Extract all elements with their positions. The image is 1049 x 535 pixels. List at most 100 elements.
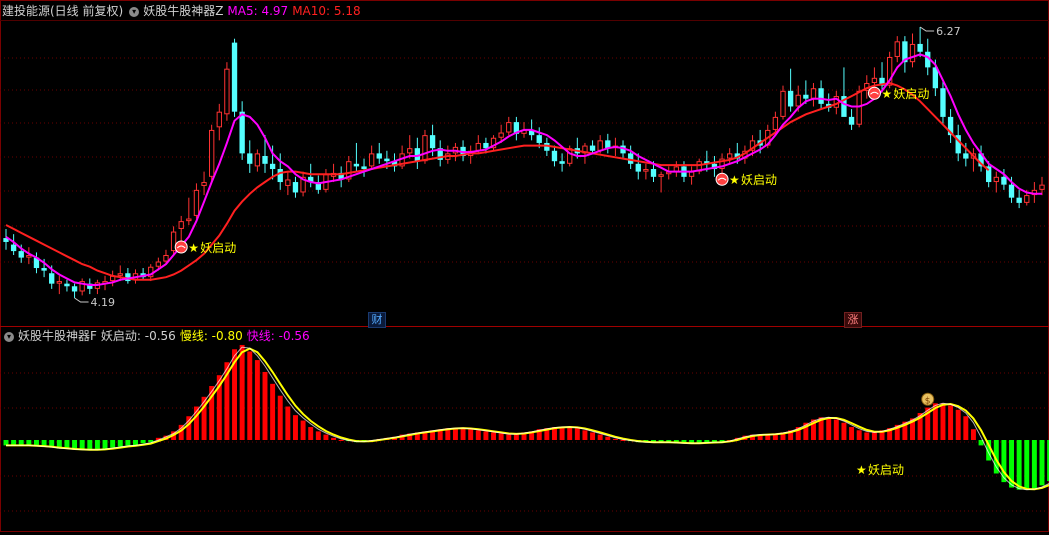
upper-indicator-name[interactable]: 妖股牛股神器Z [143,4,223,18]
dropdown-icon[interactable]: ▾ [4,331,14,342]
candle-body [178,221,184,229]
candle-body [589,145,596,151]
candle-body [285,179,291,186]
candle-body [506,122,512,133]
signal-star-icon: ★ [881,87,892,101]
histogram-bar [612,438,618,440]
money-bag-glyph: $ [925,396,931,406]
candle-body [1039,184,1045,190]
histogram-bar [460,428,466,440]
candle-body [117,273,123,276]
candle-body [856,90,862,125]
finance-marker[interactable]: 财 [368,312,386,328]
candle-body [384,158,390,162]
limit-up-marker[interactable]: 涨 [844,312,862,328]
candle-body [269,163,276,170]
candle-body [155,261,162,267]
histogram-bar [140,440,146,444]
candle-body [18,251,24,258]
candle-body [41,268,47,271]
histogram-bar [300,420,306,440]
signal-star-icon: ★ [729,173,740,187]
candle-body [64,283,70,287]
candle-body [848,116,855,125]
candle-body [292,182,299,193]
histogram-bar [102,440,108,449]
candle-body [643,169,649,172]
histogram-bar [285,406,291,440]
candle-body [475,142,481,151]
candle-body [56,281,62,284]
candle-body [993,176,999,183]
histogram-bar [826,417,832,440]
histogram-bar [582,430,588,440]
slow-line-value: 慢线: -0.80 [179,329,243,343]
histogram-bar [315,431,321,440]
histogram-bar [331,437,337,440]
candle-body [224,68,230,115]
signal-label: 妖启动 [741,173,777,187]
histogram-bar [871,432,877,440]
histogram-bar [590,432,596,440]
candle-body [917,43,923,52]
histogram-bar [1039,440,1045,486]
candle-body [201,182,207,186]
candle-body [125,273,131,282]
candle-body [71,286,78,292]
histogram-bar [1024,440,1030,490]
candle-body [247,153,253,164]
histogram-bar [948,405,954,440]
dropdown-icon[interactable]: ▾ [129,6,140,17]
histogram-bar [567,427,573,440]
histogram-bar [117,440,123,447]
candle-body [216,111,222,128]
signal-label: 妖启动 [200,241,236,255]
candle-body [422,135,428,162]
high-pointer [919,26,935,32]
candle-body [597,140,603,151]
candle-body [209,129,215,177]
candle-body [498,132,504,138]
candle-body [262,155,268,164]
candle-body [483,142,489,149]
histogram-bar [247,351,253,440]
candle-body [277,169,283,183]
candle-body [26,255,32,258]
chart-window: 6.27 4.19 ★ 妖启动 ★ 妖启动 ★ 妖启动 $ ★ 妖启动 建投能源(日线 前复权) ▾ 妖… [0,0,1049,532]
chart-canvas: 6.274.19★ 妖启动★ 妖启动★ 妖启动$★ 妖启动 [0,0,1049,532]
candle-body [163,255,169,262]
histogram-bar [970,429,976,440]
signal-ball-icon [174,240,188,254]
histogram-bar [833,419,839,440]
lower-signal-label: 妖启动 [868,463,904,477]
histogram-bar [239,344,245,440]
upper-header: 建投能源(日线 前复权) ▾ 妖股牛股神器Z MA5: 4.97 MA10: 5.18 [2,3,365,19]
signal-star-icon: ★ [856,463,867,477]
histogram-bar [597,434,603,440]
histogram-bar [254,360,260,440]
histogram-bar [292,415,298,440]
histogram-bar [468,429,474,440]
histogram-bar [338,440,344,441]
candle-body [818,88,824,104]
signal-ball-icon [867,86,881,100]
candle-body [193,189,200,216]
histogram-bar [94,440,100,450]
candle-body [940,88,946,117]
candle-body [407,148,413,154]
histogram-bar [940,403,946,440]
histogram-bar [270,383,276,440]
histogram-bar [1016,440,1022,490]
candle-body [727,153,733,159]
histogram-bar [841,422,847,440]
histogram-bar [87,440,93,450]
histogram-bar [864,432,870,440]
histogram-bar [963,416,969,440]
candle-body [231,42,238,112]
candle-body [559,161,565,164]
histogram-bar [125,440,131,446]
histogram-bar [452,428,458,440]
histogram-bar [1031,440,1037,489]
lower-indicator-name[interactable]: 妖股牛股神器F [18,329,97,343]
candle-body [1001,176,1007,185]
